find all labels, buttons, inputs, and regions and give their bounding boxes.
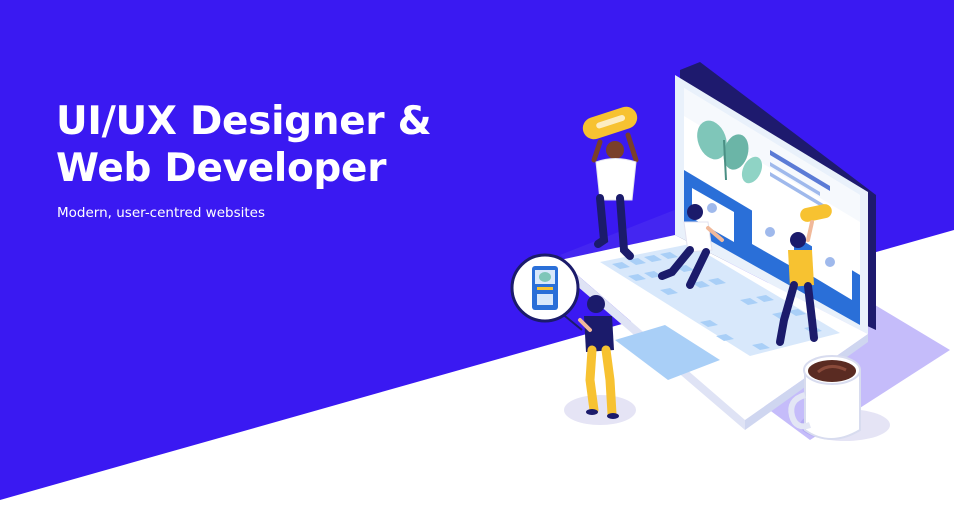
phone-bubble-illustration	[510, 253, 583, 331]
hero-section: UI/UX Designer & Web Developer Modern, u…	[0, 0, 954, 511]
hero-illustration	[510, 62, 950, 441]
person-shadow	[564, 395, 636, 425]
